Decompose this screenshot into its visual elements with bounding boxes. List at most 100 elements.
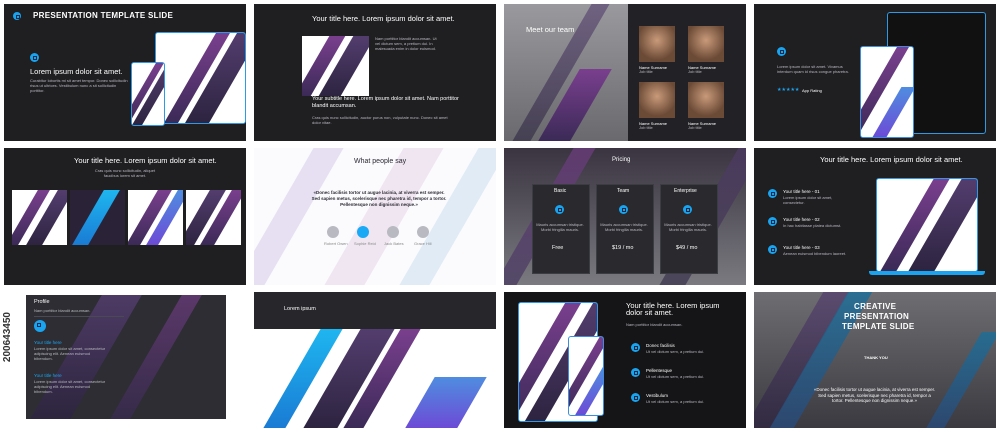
slide-title-line-1: CREATIVE [854,302,897,311]
section-label: Your title here [34,373,62,378]
slide-title: PRESENTATION TEMPLATE SLIDE [33,11,174,20]
phone-frame [131,62,165,126]
plan-name: Team [617,188,630,194]
slide-12[interactable]: CREATIVE PRESENTATION TEMPLATE SLIDE THA… [754,292,996,428]
slide-9[interactable]: Profile Nam porttitor blandit accumsan. … [4,292,246,428]
slide-5[interactable]: Your title here. Lorem ipsum dolor sit a… [4,148,246,285]
plan-icon [555,205,564,214]
team-photo [639,26,675,62]
slide-subtitle: Nam porttitor blandit accumsan. [34,308,91,313]
laptop-frame [155,32,246,124]
item-body: Aenean euismod bibendum laoreet. [783,251,847,256]
slide-title: Your title here. Lorem ipsum dolor sit a… [312,14,455,23]
slide-7[interactable]: Pricing Basic Team Enterprise Mauris acc… [504,148,746,285]
slide-2[interactable]: Your title here. Lorem ipsum dolor sit a… [254,4,496,141]
person-name: Robert Owen [324,241,348,246]
plan-name: Enterprise [674,188,697,194]
slide-title-line-3: TEMPLATE SLIDE [842,322,915,331]
item-body: Ut vel dictum sem, a pretium dui. [646,374,705,379]
slide-title: Profile [34,299,50,305]
logo-icon [777,47,786,56]
slide-body: Lorem ipsum dolor sit amet. Vivamus inte… [777,64,849,74]
item-body: Lorem ipsum dolor sit amet, consectetur. [783,195,833,205]
image-box [302,36,369,96]
profile-icon [34,320,46,332]
plan-body: Mauris accumsan tristique. Morbi fringil… [536,222,584,232]
item-body: In hac habitasse platea dictumst. [783,223,842,228]
item-title: Your title here - 01 [783,189,820,194]
plan-price: Free [552,245,564,251]
item-icon [768,245,777,254]
graphic-stripe [72,190,120,245]
phone-frame [568,336,604,416]
slide-title: Your title here. Lorem ipsum dolor sit a… [820,155,963,164]
avatar[interactable] [327,226,339,238]
slide-body: Curabitur lobortis mi sit amet tempor. D… [30,78,128,93]
slide-title: Meet our team [526,25,575,34]
plan-body: Mauris accumsan tristique. Morbi fringil… [664,222,712,232]
avatar[interactable] [387,226,399,238]
slide-title: Lorem ipsum [284,306,316,312]
plan-price: $49 / mo [676,245,698,251]
item-icon [631,393,640,402]
graphic-stripe [254,148,344,285]
plan-price: $19 / mo [612,245,634,251]
slide-1[interactable]: PRESENTATION TEMPLATE SLIDE Lorem ipsum … [4,4,246,141]
slide-title: Your title here. Lorem ipsum dolor sit a… [626,301,720,317]
caption: THANK YOU [864,355,888,360]
slide-11[interactable]: Your title here. Lorem ipsum dolor sit a… [504,292,746,428]
plan-icon [619,205,628,214]
rating-stars-icon: ★★★★★ [777,87,800,93]
member-role: Job title [688,125,702,130]
slide-heading: Lorem ipsum dolor sit amet. [30,67,123,76]
image-tile [186,190,241,245]
slide-subtitle: Your subtitle here. Lorem ipsum dolor si… [312,96,459,109]
plan-name: Basic [554,188,567,194]
slide-title: Pricing [612,157,631,163]
graphic-stripe [405,377,487,428]
slide-8[interactable]: Your title here. Lorem ipsum dolor sit a… [754,148,996,285]
laptop-frame [876,178,978,272]
section-body: Lorem ipsum dolor sit amet, consectetur … [34,346,106,361]
leaf-icon [13,12,21,20]
slide-10[interactable]: Lorem ipsum [254,292,496,428]
section-label: Your title here [34,340,62,345]
rating-label: App Rating [802,88,822,93]
slide-grid: PRESENTATION TEMPLATE SLIDE Lorem ipsum … [0,0,1000,432]
slide-body: Cras quis nunc sollicitudin, aliquet fau… [94,168,156,178]
person-name: Jack Bates [384,241,404,246]
member-role: Job title [688,69,702,74]
item-title: Your title here - 03 [783,245,820,250]
item-body: Ut vel dictum sem, a pretium dui. [646,349,705,354]
member-role: Job title [639,125,653,130]
testimonial-quote: «Donec facilisis tortor ut augue lacinia… [311,190,447,207]
section-body: Lorem ipsum dolor sit amet, consectetur … [34,379,106,394]
avatar[interactable] [417,226,429,238]
slide-4[interactable]: Lorem ipsum dolor sit amet. Vivamus inte… [754,4,996,141]
slide-6[interactable]: What people say «Donec facilisis tortor … [254,148,496,285]
item-body: Ut vel dictum sem, a pretium dui. [646,399,705,404]
divider [34,316,124,317]
person-name: Sophie Reid [354,241,376,246]
member-role: Job title [639,69,653,74]
item-title: Vestibulum [646,393,669,398]
plan-body: Mauris accumsan tristique. Morbi fringil… [600,222,648,232]
item-icon [631,343,640,352]
image-tile [128,190,183,245]
person-name: Grace Hill [414,241,432,246]
team-photo [688,26,724,62]
slide-body-2: Cras quis nunc sollicitudin, auctor puru… [312,115,448,125]
slide-3[interactable]: Meet our team Name Surname Job title Nam… [504,4,746,141]
closing-quote: «Donec facilisis tortor ut augue lacinia… [813,387,936,403]
item-title: Donec facilisis [646,343,675,348]
item-title: Pellentesque [646,368,673,373]
slide-title-line-2: PRESENTATION [844,312,910,321]
image-tile [12,190,67,245]
slide-title: What people say [354,158,407,165]
image-tile [70,190,125,245]
laptop-base [869,271,985,275]
phone-frame [860,46,914,138]
slide-title: Your title here. Lorem ipsum dolor sit a… [74,156,217,165]
avatar[interactable] [357,226,369,238]
item-icon [768,189,777,198]
